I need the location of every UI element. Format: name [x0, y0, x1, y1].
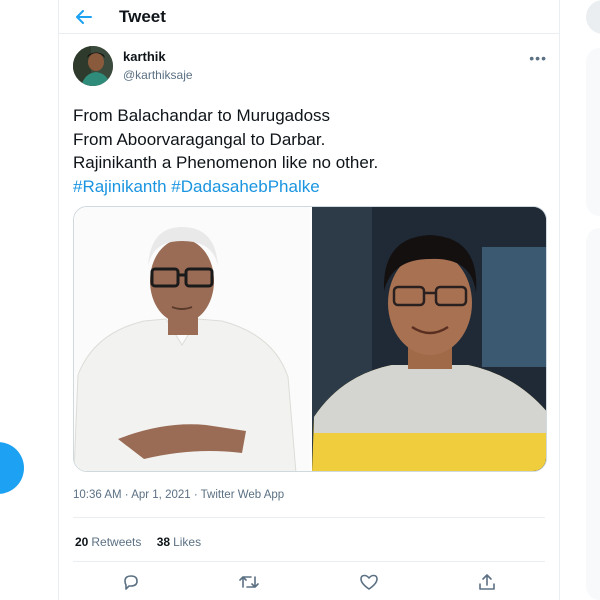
tweet-author: karthik @karthiksaje •••	[59, 34, 559, 90]
divider	[73, 561, 545, 562]
tweet-media	[73, 206, 547, 472]
retweets-label: Retweets	[91, 535, 142, 549]
hashtag-link[interactable]: #DadasahebPhalke	[171, 177, 319, 196]
tweet-time[interactable]: 10:36 AM	[73, 489, 122, 501]
share-icon	[479, 574, 495, 590]
tweet-detail-column: Tweet karthik @karthiksaje ••• From Bala…	[58, 0, 560, 600]
retweet-button[interactable]	[238, 571, 260, 593]
likes-label: Likes	[173, 535, 202, 549]
sidebar-panel	[586, 48, 600, 216]
divider	[73, 517, 545, 518]
tweet-photo-right[interactable]	[312, 207, 546, 471]
hashtag-link[interactable]: #Rajinikanth	[73, 177, 167, 196]
tweet-text: From Balachandar to Murugadoss From Aboo…	[73, 104, 543, 198]
compose-tweet-button[interactable]	[0, 442, 24, 494]
tweet-stats: 20 Retweets 38 Likes	[75, 535, 213, 549]
retweets-count: 20	[75, 535, 89, 549]
page-header: Tweet	[59, 0, 559, 34]
reply-icon	[124, 575, 138, 590]
search-box[interactable]	[586, 0, 600, 34]
share-button[interactable]	[476, 571, 498, 593]
author-display-name[interactable]: karthik	[123, 49, 166, 64]
avatar[interactable]	[73, 46, 113, 86]
meta-separator: ·	[190, 489, 201, 501]
meta-separator: ·	[121, 489, 132, 501]
tweet-actions	[59, 568, 559, 596]
tweet-meta: 10:36 AM · Apr 1, 2021 · Twitter Web App	[73, 489, 284, 501]
tweet-hashtags: #Rajinikanth #DadasahebPhalke	[73, 175, 543, 199]
tweet-text-line: Rajinikanth a Phenomenon like no other.	[73, 153, 379, 172]
retweet-icon	[239, 576, 259, 588]
tweet-photo-left[interactable]	[74, 207, 310, 471]
tweet-text-line: From Balachandar to Murugadoss	[73, 106, 331, 125]
page-title: Tweet	[119, 6, 166, 26]
likes-stat[interactable]: 38 Likes	[157, 535, 201, 549]
reply-button[interactable]	[120, 571, 142, 593]
retweets-stat[interactable]: 20 Retweets	[75, 535, 141, 549]
back-button[interactable]	[65, 0, 103, 34]
likes-count: 38	[156, 535, 171, 549]
like-button[interactable]	[358, 571, 380, 593]
arrow-left-icon	[76, 9, 92, 24]
tweet-text-line: From Aboorvaragangal to Darbar.	[73, 129, 326, 149]
sidebar-panel	[586, 228, 600, 600]
left-navigation-column	[0, 0, 58, 600]
more-horizontal-icon[interactable]: •••	[529, 50, 547, 66]
right-sidebar	[560, 0, 600, 600]
heart-icon	[360, 574, 378, 590]
tweet-source[interactable]: Twitter Web App	[201, 489, 285, 501]
author-handle[interactable]: @karthiksaje	[123, 68, 193, 82]
tweet-date[interactable]: Apr 1, 2021	[131, 489, 190, 501]
